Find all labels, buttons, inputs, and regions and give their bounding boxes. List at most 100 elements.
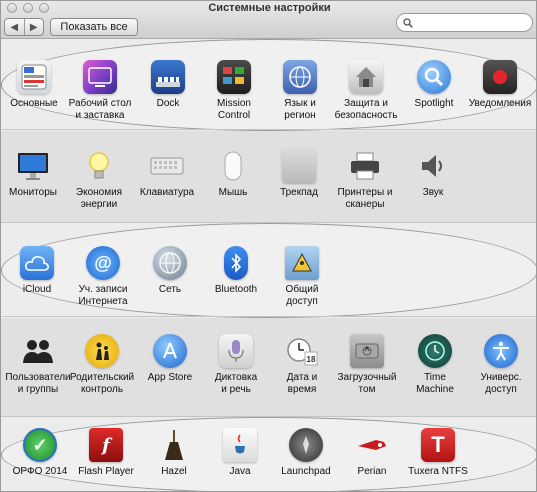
- mission-control-icon: [217, 60, 251, 94]
- pref-label: Launchpad: [281, 466, 331, 477]
- tuxera-icon: T: [421, 428, 455, 462]
- search-input[interactable]: [417, 17, 527, 28]
- pref-trackpad[interactable]: Трекпад: [263, 149, 335, 199]
- accessibility-icon: [484, 334, 518, 368]
- parental-controls-icon: [85, 334, 119, 368]
- show-all-button[interactable]: Показать все: [50, 18, 138, 36]
- time-machine-icon: [418, 334, 452, 368]
- pref-java[interactable]: Java: [204, 428, 276, 478]
- toolbar: Системные настройки ◀ ▶ Показать все: [1, 1, 536, 39]
- pref-label: Звук: [422, 187, 444, 198]
- language-region-icon: [283, 60, 317, 94]
- pref-keyboard[interactable]: Клавиатура: [131, 149, 203, 199]
- internet-accounts-icon: @: [86, 246, 120, 280]
- pref-mouse[interactable]: Мышь: [197, 149, 269, 199]
- pref-label: App Store: [147, 372, 193, 383]
- pref-label: Perian: [357, 466, 387, 477]
- pref-parental-controls[interactable]: Родительский контроль: [66, 334, 138, 396]
- pref-users[interactable]: Пользователи и группы: [2, 334, 74, 396]
- pref-network[interactable]: Сеть: [134, 246, 206, 296]
- pref-date-time[interactable]: 18 Дата и время: [266, 334, 338, 396]
- search-field[interactable]: [396, 13, 533, 32]
- search-icon: [403, 17, 413, 28]
- pref-displays[interactable]: Мониторы: [1, 149, 69, 199]
- pref-dock[interactable]: Dock: [132, 60, 204, 110]
- notifications-icon: [483, 60, 517, 94]
- pref-perian[interactable]: Perian: [336, 428, 408, 478]
- perian-icon: [355, 428, 389, 462]
- pref-time-machine[interactable]: Time Machine: [399, 334, 471, 396]
- printers-icon: [348, 149, 382, 183]
- orfo-icon: ✓: [23, 428, 57, 462]
- app-store-icon: [153, 334, 187, 368]
- pref-label: Защита и безопасность: [334, 98, 398, 121]
- pref-label: Мониторы: [9, 187, 57, 198]
- pref-label: Mission Control: [217, 98, 251, 121]
- pref-label: Основные: [10, 98, 58, 109]
- pref-sound[interactable]: Звук: [397, 149, 469, 199]
- pref-label: Язык и регион: [284, 98, 316, 121]
- pref-printers[interactable]: Принтеры и сканеры: [329, 149, 401, 211]
- sound-icon: [416, 149, 450, 183]
- pref-bluetooth[interactable]: Bluetooth: [200, 246, 272, 296]
- pref-mission-control[interactable]: Mission Control: [198, 60, 270, 122]
- launchpad-icon: [289, 428, 323, 462]
- bluetooth-icon: [224, 246, 248, 280]
- pref-orfo[interactable]: ✓ ОРФО 2014: [4, 428, 76, 478]
- icloud-icon: [20, 246, 54, 280]
- flash-player-icon: f: [89, 428, 123, 462]
- pref-energy-saver[interactable]: Экономия энергии: [63, 149, 135, 211]
- pref-language-region[interactable]: Язык и регион: [264, 60, 336, 122]
- forward-button[interactable]: ▶: [23, 19, 44, 35]
- pref-dictation[interactable]: Диктовка и речь: [200, 334, 272, 396]
- section-divider: [2, 316, 536, 317]
- section-hardware: Мониторы Экономия энергии Клавиатура Мыш…: [1, 131, 536, 223]
- pref-spotlight[interactable]: Spotlight: [398, 60, 470, 110]
- svg-text:18: 18: [307, 355, 316, 364]
- pref-tuxera-ntfs[interactable]: T Tuxera NTFS: [402, 428, 474, 478]
- pref-security[interactable]: Защита и безопасность: [330, 60, 402, 122]
- mouse-icon: [216, 149, 250, 183]
- pref-desktop-screensaver[interactable]: Рабочий стол и заставка: [64, 60, 136, 122]
- pref-hazel[interactable]: Hazel: [138, 428, 210, 478]
- section-divider: [2, 129, 536, 130]
- system-preferences-window: Системные настройки ◀ ▶ Показать все Осн…: [0, 0, 537, 492]
- desktop-screensaver-icon: [83, 60, 117, 94]
- displays-icon: [16, 149, 50, 183]
- java-icon: [223, 428, 257, 462]
- general-icon: [17, 60, 51, 94]
- pref-app-store[interactable]: App Store: [134, 334, 206, 384]
- pref-accessibility[interactable]: Универс. доступ: [465, 334, 536, 396]
- energy-saver-icon: [82, 149, 116, 183]
- pref-label: Dock: [156, 98, 180, 109]
- pref-label: Принтеры и сканеры: [337, 187, 393, 210]
- hazel-icon: [157, 428, 191, 462]
- back-button[interactable]: ◀: [5, 19, 24, 35]
- pref-label: iCloud: [22, 284, 52, 295]
- pref-internet-accounts[interactable]: @ Уч. записи Интернета: [67, 246, 139, 308]
- pref-label: Java: [229, 466, 251, 477]
- pref-label: ОРФО 2014: [12, 466, 68, 477]
- pref-notifications[interactable]: Уведомления: [464, 60, 536, 110]
- pref-label: Универс. доступ: [480, 372, 522, 395]
- pref-sharing[interactable]: Общий доступ: [266, 246, 338, 308]
- pref-flash-player[interactable]: f Flash Player: [70, 428, 142, 478]
- pref-label: Общий доступ: [285, 284, 319, 307]
- dock-icon: [151, 60, 185, 94]
- section-other: ✓ ОРФО 2014 f Flash Player Hazel Java La…: [1, 417, 536, 491]
- pref-label: Hazel: [161, 466, 187, 477]
- pref-label: Spotlight: [414, 98, 454, 109]
- pref-general[interactable]: Основные: [1, 60, 70, 110]
- pref-label: Пользователи и группы: [5, 372, 71, 395]
- section-personal: Основные Рабочий стол и заставка Dock Mi…: [1, 39, 536, 131]
- pref-label: Экономия энергии: [75, 187, 123, 210]
- pref-label: Дата и время: [286, 372, 318, 395]
- pref-startup-disk[interactable]: Загрузочный том: [331, 334, 403, 396]
- pref-icloud[interactable]: iCloud: [1, 246, 73, 296]
- pref-label: Уч. записи Интернета: [78, 284, 128, 307]
- spotlight-icon: [417, 60, 451, 94]
- pref-launchpad[interactable]: Launchpad: [270, 428, 342, 478]
- pref-label: Загрузочный том: [337, 372, 397, 395]
- pref-label: Time Machine: [416, 372, 454, 395]
- section-system: Пользователи и группы Родительский контр…: [1, 318, 536, 417]
